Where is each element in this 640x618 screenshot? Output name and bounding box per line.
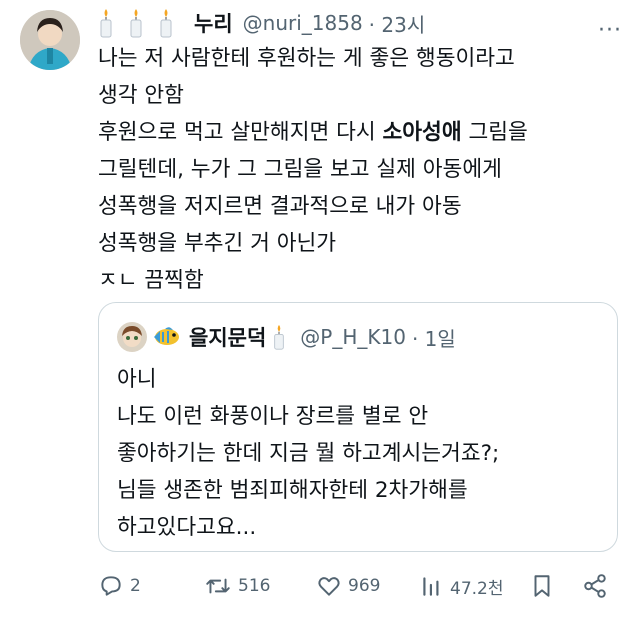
tweet-text-line: 생각 안함: [98, 77, 628, 114]
bold-text-segment: 소아성애: [382, 120, 462, 145]
text-segment: 생각 안함: [98, 83, 184, 108]
tweet-time[interactable]: · 23시: [369, 9, 426, 38]
candle-icon: [160, 9, 172, 38]
quoted-author-name[interactable]: 을지문덕: [189, 322, 266, 352]
view-count: 47.2천: [450, 578, 504, 599]
tweet-text-line: 후원으로 먹고 살만해지면 다시 소아성애 그림을: [98, 114, 628, 151]
tweet-text-line: 나는 저 사람한테 후원하는 게 좋은 행동이라고: [98, 40, 628, 77]
reply-icon: [101, 576, 121, 596]
quoted-tweet[interactable]: 을지문덕 @P_H_K10 · 1일 아니 나도 이런 화풍이나 장르를 별로 …: [98, 302, 618, 552]
text-segment: ㅈㄴ 끔찍함: [98, 268, 204, 293]
quoted-text-line: 좋아하기는 한데 지금 뭘 하고계시는거죠?;: [117, 441, 500, 466]
tweet-action-bar: 2 516 969 47.2천: [98, 566, 628, 606]
bookmark-button[interactable]: [530, 566, 554, 606]
quoted-tweet-header: 을지문덕 @P_H_K10 · 1일: [117, 319, 456, 355]
text-segment: 그릴텐데, 누가 그 그림을 보고 실제 아동에게: [98, 157, 502, 182]
like-count: 969: [348, 576, 381, 596]
quoted-text-line: 나도 이런 화풍이나 장르를 별로 안: [117, 404, 429, 429]
avatar-image: [20, 10, 80, 70]
text-segment: 성폭행을 저지르면 결과적으로 내가 아동: [98, 194, 462, 219]
author-avatar[interactable]: [20, 10, 80, 70]
candle-icon: [274, 324, 285, 350]
tweet-text-line: 성폭행을 저지르면 결과적으로 내가 아동: [98, 188, 628, 225]
quoted-text-line: 님들 생존한 범죄피해자한테 2차가해를: [117, 478, 468, 503]
quoted-tweet-time[interactable]: · 1일: [412, 323, 456, 352]
text-segment: 그림을: [461, 120, 528, 145]
text-segment: 후원으로 먹고 살만해지면 다시: [98, 120, 383, 145]
reply-count: 2: [130, 576, 141, 596]
quoted-tweet-text: 아니 나도 이런 화풍이나 장르를 별로 안 좋아하기는 한데 지금 뭘 하고계…: [117, 361, 607, 546]
tweet-header: 누리 @nuri_1858 · 23시: [98, 8, 425, 38]
tweet-text: 나는 저 사람한테 후원하는 게 좋은 행동이라고생각 안함후원으로 먹고 살만…: [98, 40, 628, 299]
text-segment: 성폭행을 부추긴 거 아닌가: [98, 231, 337, 256]
quoted-text-line: 아니: [117, 367, 157, 392]
share-icon: [584, 574, 606, 598]
text-segment: 나는 저 사람한테 후원하는 게 좋은 행동이라고: [98, 46, 515, 71]
views-button[interactable]: 47.2천: [420, 566, 504, 606]
quoted-avatar-image: [117, 322, 147, 352]
retweet-button[interactable]: 516: [204, 566, 270, 606]
tweet-text-line: 성폭행을 부추긴 거 아닌가: [98, 225, 628, 262]
share-button[interactable]: [582, 566, 608, 606]
fish-emoji-icon: [154, 327, 179, 345]
tweet-text-line: 그릴텐데, 누가 그 그림을 보고 실제 아동에게: [98, 151, 628, 188]
like-button[interactable]: 969: [316, 566, 380, 606]
author-name[interactable]: 누리: [194, 8, 233, 38]
analytics-icon: [423, 577, 439, 596]
bookmark-icon: [534, 575, 550, 597]
reply-button[interactable]: 2: [98, 566, 141, 606]
quoted-author-handle[interactable]: @P_H_K10: [300, 325, 406, 349]
tweet-text-line: ㅈㄴ 끔찍함: [98, 262, 628, 299]
author-handle[interactable]: @nuri_1858: [243, 11, 363, 35]
quoted-author-avatar[interactable]: [117, 322, 147, 352]
quoted-text-line: 하고있다고요...: [117, 515, 257, 540]
heart-icon: [318, 577, 340, 596]
retweet-count: 516: [238, 576, 271, 596]
retweet-icon: [206, 578, 230, 594]
candle-icon: [100, 9, 112, 38]
candle-icon: [130, 9, 142, 38]
